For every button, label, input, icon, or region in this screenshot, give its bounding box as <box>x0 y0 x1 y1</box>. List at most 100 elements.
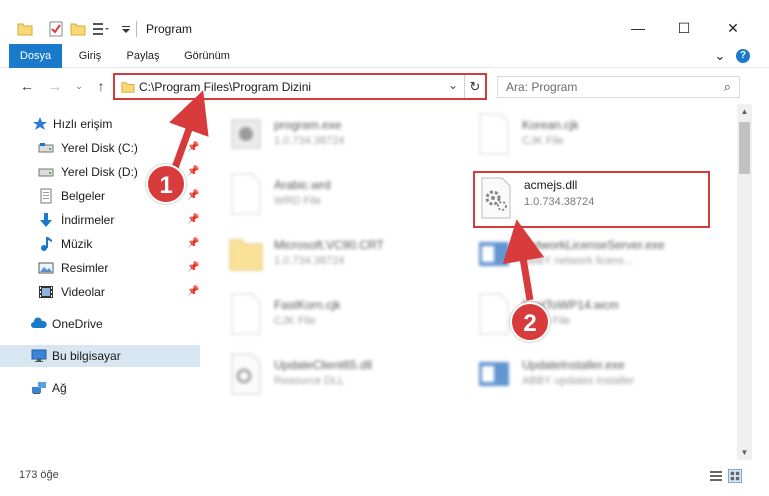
pin-icon[interactable]: 📌 <box>187 233 199 255</box>
file-name: FastKorn.cjk <box>274 298 341 312</box>
scroll-up-icon[interactable]: ▲ <box>737 104 752 119</box>
sidebar-item-label: Bu bilgisayar <box>52 349 121 363</box>
sidebar-item-label: OneDrive <box>52 317 103 331</box>
download-icon <box>40 213 52 227</box>
file-item[interactable]: Microsoft.VC90.CRT 1.0.734.38724 <box>228 226 468 282</box>
sidebar-item-local-disk-c[interactable]: Yerel Disk (C:) 📌 <box>0 137 200 159</box>
file-name: NetworkLicenseServer.exe <box>522 238 665 252</box>
minimize-button[interactable]: — <box>615 12 661 44</box>
pin-icon[interactable]: 📌 <box>187 209 199 231</box>
sidebar-item-label: İndirmeler <box>61 213 115 227</box>
pin-icon[interactable]: 📌 <box>187 185 199 207</box>
search-box[interactable]: ⌕ <box>497 76 740 98</box>
new-folder-icon[interactable] <box>70 21 86 37</box>
file-detail: ABBY network licens... <box>522 255 634 267</box>
onedrive-icon <box>31 317 47 328</box>
file-item[interactable]: UpdateInstaller.exe ABBY updates install… <box>476 346 716 402</box>
file-name: Korean.cjk <box>522 118 579 132</box>
address-bar[interactable]: C:\Program Files\Program Dizini ⌄ ↻ <box>113 73 487 100</box>
sidebar-item-pictures[interactable]: Resimler 📌 <box>0 257 200 279</box>
tab-home[interactable]: Giriş <box>70 44 110 68</box>
pin-icon[interactable]: 📌 <box>187 137 199 159</box>
search-icon[interactable]: ⌕ <box>724 79 731 95</box>
forward-arrow-icon: → <box>48 78 62 94</box>
forward-button[interactable]: → <box>45 76 65 96</box>
sidebar-item-label: Videolar <box>61 285 105 299</box>
recent-locations-button[interactable]: ⌄ <box>69 76 89 96</box>
qat-dropdown-icon[interactable] <box>121 21 131 37</box>
file-item[interactable]: NetworkLicenseServer.exe ABBY network li… <box>476 226 716 282</box>
file-detail: Resource DLL <box>274 375 345 387</box>
file-detail: WRD File <box>274 195 322 207</box>
tab-file[interactable]: Dosya <box>9 44 62 68</box>
file-list: program.exe 1.0.734.38724 Korean.cjk CJK… <box>200 104 736 460</box>
sidebar-item-label: Belgeler <box>61 189 106 203</box>
sidebar-item-label: Yerel Disk (C:) <box>61 141 138 155</box>
tab-view[interactable]: Görünüm <box>176 44 238 68</box>
music-icon <box>41 237 52 251</box>
exe-icon <box>479 242 509 266</box>
file-name: program.exe <box>274 118 342 132</box>
scroll-down-icon[interactable]: ▼ <box>737 445 752 460</box>
ribbon-tabs: Dosya Giriş Paylaş Görünüm ⌄ ? <box>0 44 769 68</box>
generic-file-icon <box>479 293 509 335</box>
address-row: ← → ⌄ ↑ C:\Program Files\Program Dizini … <box>0 68 769 104</box>
customize-qat-icon[interactable] <box>92 21 110 37</box>
file-detail: ABBY updates installer <box>522 375 635 387</box>
sidebar-item-music[interactable]: Müzik 📌 <box>0 233 200 255</box>
step-1-callout: 1 <box>146 164 186 204</box>
file-item[interactable]: UpdateClient65.dll Resource DLL <box>228 346 468 402</box>
item-count: 173 öğe <box>19 469 59 481</box>
tab-share[interactable]: Paylaş <box>120 44 166 68</box>
sidebar-item-videos[interactable]: Videolar 📌 <box>0 281 200 303</box>
file-name: Microsoft.VC90.CRT <box>274 238 384 252</box>
pin-icon[interactable]: 📌 <box>187 257 199 279</box>
navigation-pane: Hızlı erişim Yerel Disk (C:) 📌 Yerel Dis… <box>0 104 200 464</box>
ribbon-collapse-button[interactable]: ⌄ <box>710 44 730 68</box>
file-item[interactable]: program.exe 1.0.734.38724 <box>228 106 468 162</box>
back-arrow-icon: ← <box>20 78 34 94</box>
pin-icon[interactable]: 📌 <box>187 161 199 183</box>
folder-icon <box>17 23 33 36</box>
large-icons-view-icon[interactable] <box>728 469 742 483</box>
scrollbar-thumb[interactable] <box>739 122 750 174</box>
chevron-down-icon: ⌄ <box>75 81 83 91</box>
file-detail: CJK File <box>522 135 564 147</box>
sidebar-item-network[interactable]: Ağ <box>0 377 200 399</box>
file-item[interactable]: Korean.cjk CJK File <box>476 106 716 162</box>
file-detail: 1.0.734.38724 <box>274 135 345 147</box>
videos-icon <box>39 286 53 298</box>
back-button[interactable]: ← <box>17 76 37 96</box>
status-bar: 173 öğe <box>0 460 769 496</box>
help-button[interactable]: ? <box>736 49 750 63</box>
folder-icon <box>229 239 263 271</box>
refresh-icon[interactable]: ↻ <box>464 75 485 98</box>
selection-highlight-box <box>473 171 710 228</box>
network-icon <box>32 382 46 394</box>
search-input[interactable] <box>498 77 708 97</box>
documents-icon <box>40 188 52 204</box>
file-name: UpdateClient65.dll <box>274 358 373 372</box>
sidebar-item-onedrive[interactable]: OneDrive <box>0 313 200 335</box>
sidebar-item-label: Hızlı erişim <box>53 117 113 131</box>
up-button[interactable]: ↑ <box>91 76 111 96</box>
maximize-button[interactable]: ☐ <box>661 12 707 44</box>
folder-icon <box>121 82 135 93</box>
close-button[interactable]: ✕ <box>710 12 756 44</box>
file-item[interactable]: Arabic.wrd WRD File <box>228 166 468 222</box>
properties-icon[interactable] <box>48 21 64 37</box>
sidebar-item-this-pc[interactable]: Bu bilgisayar <box>0 345 200 367</box>
exe-icon <box>231 119 261 149</box>
file-item[interactable]: FastKorn.cjk CJK File <box>228 286 468 342</box>
sidebar-item-downloads[interactable]: İndirmeler 📌 <box>0 209 200 231</box>
sidebar-item-label: Ağ <box>52 381 67 395</box>
details-view-icon[interactable] <box>709 469 723 483</box>
vertical-scrollbar[interactable]: ▲ ▼ <box>737 104 752 460</box>
file-name: Arabic.wrd <box>274 178 331 192</box>
pin-icon[interactable]: 📌 <box>187 281 199 303</box>
sidebar-item-quick-access[interactable]: Hızlı erişim <box>0 113 200 135</box>
star-icon <box>33 117 47 130</box>
address-dropdown-icon[interactable]: ⌄ <box>448 78 458 92</box>
address-path[interactable]: C:\Program Files\Program Dizini <box>139 80 311 94</box>
up-arrow-icon: ↑ <box>97 78 105 94</box>
